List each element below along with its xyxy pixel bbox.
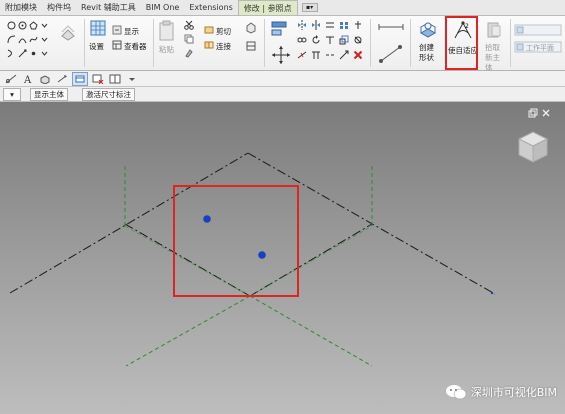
- tab-extensions[interactable]: Extensions: [184, 0, 237, 15]
- wechat-icon: [445, 384, 467, 400]
- arc-center-icon[interactable]: [17, 34, 27, 44]
- watermark-text: 深圳市可视化BIM: [470, 386, 557, 399]
- mirror-draw-icon[interactable]: [311, 20, 321, 30]
- point-icon[interactable]: [28, 48, 38, 58]
- plane-checkbox-icon[interactable]: [514, 24, 562, 36]
- extend-icon[interactable]: [339, 50, 349, 60]
- dropdown-icon[interactable]: [39, 48, 49, 58]
- dimension-icon[interactable]: [378, 44, 404, 64]
- unpin-icon[interactable]: [353, 35, 363, 45]
- reference-point-far: [490, 291, 494, 295]
- group-icon[interactable]: [58, 22, 78, 42]
- activate-dimensions-button[interactable]: 激活尺寸标注: [82, 88, 135, 101]
- viewport-close-icon[interactable]: [541, 108, 551, 118]
- switch-windows-icon[interactable]: [72, 71, 88, 86]
- ribbon-panel-area: 设置 显示 查看器 粘贴 剪切 连接 创建形状 2 使自适应 拾取新主体 工作平…: [0, 16, 565, 73]
- offset-icon[interactable]: [325, 20, 335, 30]
- pin-icon[interactable]: [353, 20, 363, 30]
- align-icon[interactable]: [270, 20, 288, 38]
- svg-text:A: A: [23, 75, 32, 84]
- cut-label[interactable]: 剪切: [216, 26, 231, 37]
- close-inactive-icon[interactable]: [91, 73, 105, 85]
- text-icon[interactable]: A: [21, 73, 35, 85]
- trim-multiple-icon[interactable]: [311, 50, 321, 60]
- tile-windows-icon[interactable]: [108, 73, 122, 85]
- tab-revit-tools[interactable]: Revit 辅助工具: [76, 0, 141, 15]
- paste-icon[interactable]: [158, 20, 176, 42]
- pick-host-icon[interactable]: [484, 20, 504, 40]
- ribbon-minimize-toggle-icon[interactable]: ▪▾: [301, 3, 318, 12]
- paste-label[interactable]: 粘贴: [159, 44, 174, 55]
- make-adaptive-highlight: [445, 16, 478, 70]
- ref-plane-green-down-left: [125, 295, 251, 367]
- scale-icon[interactable]: [339, 35, 349, 45]
- create-form-label[interactable]: 创建形状: [419, 43, 439, 63]
- copy-element-icon[interactable]: [297, 35, 307, 45]
- match-props-icon[interactable]: [184, 48, 194, 58]
- mirror-axis-icon[interactable]: [297, 20, 307, 30]
- measure-tool-icon[interactable]: [4, 73, 18, 85]
- split-face-icon[interactable]: [245, 40, 257, 52]
- options-bar: ▾ 显示主体 激活尺寸标注: [0, 87, 565, 102]
- rotate-icon[interactable]: [311, 35, 321, 45]
- circle-icon[interactable]: [17, 20, 27, 30]
- curve-icon[interactable]: [6, 48, 16, 58]
- show-label[interactable]: 显示: [124, 26, 139, 37]
- void-icon[interactable]: [245, 22, 257, 34]
- ref-plane-green-up-right: [249, 225, 373, 297]
- split-gap-icon[interactable]: [325, 50, 335, 60]
- move-icon[interactable]: [270, 44, 292, 66]
- ref-plane-green-down-right: [249, 295, 373, 367]
- dropdown-icon[interactable]: [39, 20, 49, 30]
- work-plane-grid-icon[interactable]: [89, 19, 107, 37]
- pick-host-label[interactable]: 拾取新主体: [485, 43, 507, 73]
- reference-point-icon[interactable]: [6, 20, 16, 30]
- measure-icon[interactable]: [378, 22, 404, 32]
- array-icon[interactable]: [339, 20, 349, 30]
- tab-component-dock[interactable]: 构件坞: [42, 0, 76, 15]
- annotation-highlight-box: [173, 185, 299, 297]
- spline-icon[interactable]: [28, 34, 38, 44]
- canvas-geometry: [9, 152, 496, 367]
- reference-point: [258, 251, 266, 259]
- ribbon-tab-bar: 附加模块 构件坞 Revit 辅助工具 BIM One Extensions 修…: [0, 0, 565, 16]
- drawing-canvas[interactable]: 深圳市可视化BIM: [0, 102, 565, 414]
- join-label[interactable]: 连接: [216, 41, 231, 52]
- join-geometry-icon[interactable]: [204, 40, 214, 50]
- quick-access-toolbar: A: [0, 71, 565, 87]
- settings-label[interactable]: 设置: [89, 41, 104, 52]
- dropdown-icon[interactable]: [39, 34, 49, 44]
- viewer-icon[interactable]: [112, 40, 122, 50]
- show-host-button[interactable]: 显示主体: [30, 88, 68, 101]
- split-icon[interactable]: [297, 50, 307, 60]
- pick-lines-icon[interactable]: [17, 48, 27, 58]
- copy-icon[interactable]: [184, 34, 194, 44]
- viewer-label[interactable]: 查看器: [124, 41, 147, 52]
- section-icon[interactable]: [55, 73, 69, 85]
- arc-icon[interactable]: [6, 34, 16, 44]
- reference-point: [203, 215, 211, 223]
- watermark: 深圳市可视化BIM: [445, 384, 557, 400]
- create-form-icon[interactable]: [417, 19, 439, 41]
- options-dropdown[interactable]: ▾: [3, 88, 21, 101]
- view-3d-icon[interactable]: [38, 73, 52, 85]
- viewport-restore-icon[interactable]: [528, 108, 538, 118]
- draw-tools-grid: [6, 20, 50, 58]
- trim-icon[interactable]: [325, 35, 335, 45]
- ref-plane-green-up-left: [124, 225, 251, 297]
- delete-icon[interactable]: [353, 50, 363, 60]
- reference-line-left-upper: [9, 152, 249, 294]
- tab-addins[interactable]: 附加模块: [0, 0, 42, 15]
- modify-tools-grid: [297, 20, 367, 60]
- polygon-icon[interactable]: [28, 20, 38, 30]
- tab-bim-one[interactable]: BIM One: [141, 0, 185, 15]
- show-icon[interactable]: [112, 25, 122, 35]
- work-plane-label: 工作平面: [526, 44, 554, 52]
- cut-geometry-icon[interactable]: [204, 25, 214, 35]
- viewcube-icon[interactable]: [514, 128, 552, 166]
- customize-dropdown-icon[interactable]: [125, 73, 139, 85]
- scissors-icon[interactable]: [184, 20, 194, 30]
- tab-modify-reference-point[interactable]: 修改 | 参照点: [237, 0, 298, 15]
